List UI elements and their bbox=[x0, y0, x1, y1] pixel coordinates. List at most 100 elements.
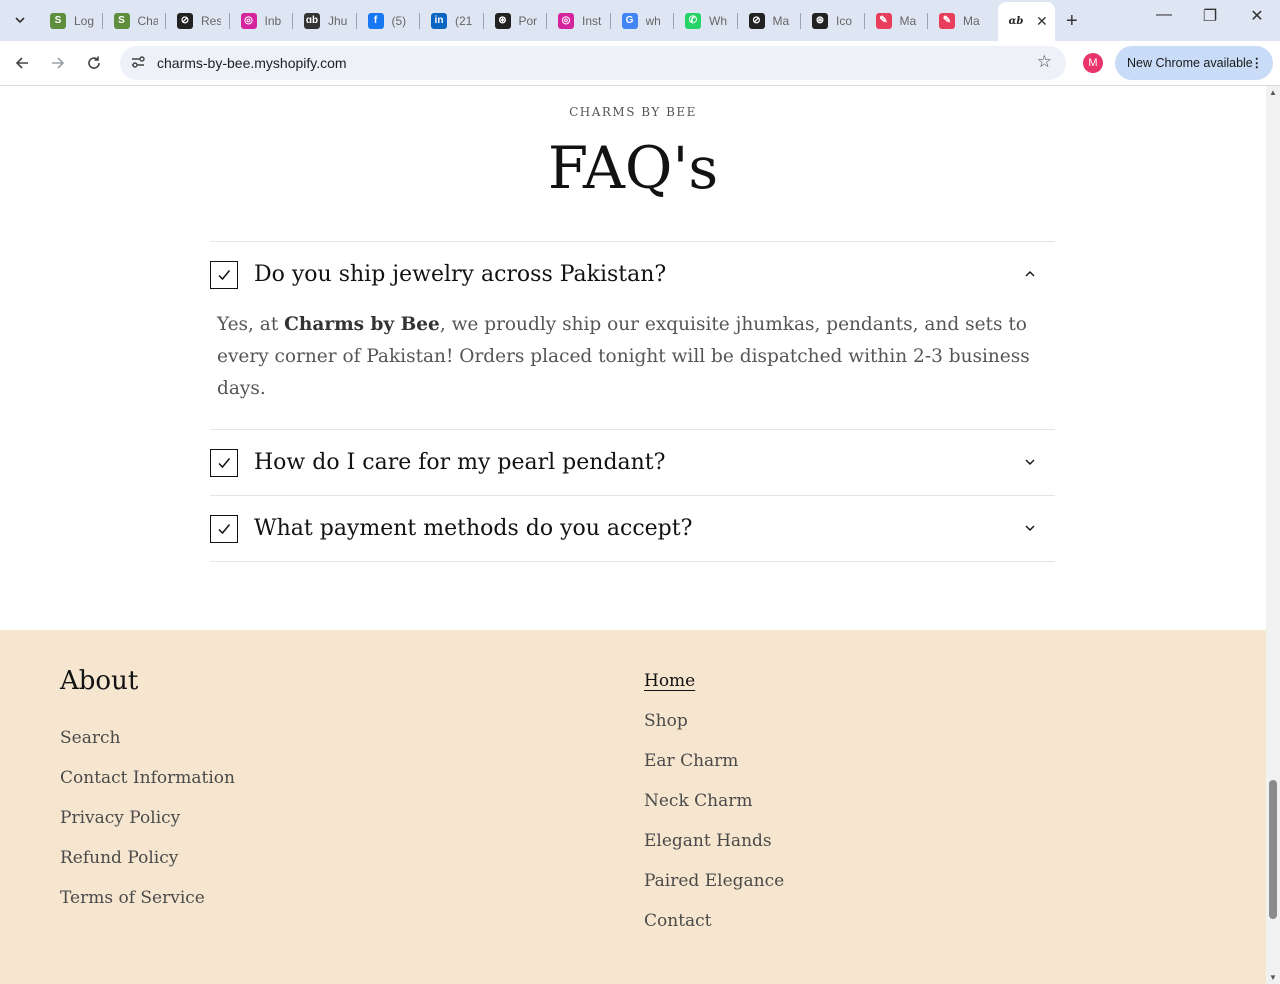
browser-tab[interactable]: ◎ Inb bbox=[231, 6, 293, 35]
profile-avatar[interactable]: M bbox=[1083, 53, 1103, 73]
reload-icon bbox=[88, 56, 100, 69]
more-menu-icon[interactable]: ⋮ bbox=[1251, 46, 1264, 80]
faq-item: How do I care for my pearl pendant? bbox=[210, 429, 1055, 495]
tab-active[interactable]: ɑb ✕ bbox=[998, 2, 1055, 41]
chatgpt-icon: ⊛ bbox=[494, 12, 511, 29]
footer-link-contact[interactable]: Contact bbox=[644, 911, 784, 951]
footer-link-elegant-hands[interactable]: Elegant Hands bbox=[644, 831, 784, 871]
footer-link-search[interactable]: Search bbox=[60, 728, 235, 768]
page-viewport: CHARMS BY BEE FAQ's Do you ship jewelry … bbox=[0, 86, 1266, 984]
footer-link-paired-elegance[interactable]: Paired Elegance bbox=[644, 871, 784, 911]
menu-links: Home Shop Ear Charm Neck Charm Elegant H… bbox=[644, 671, 784, 951]
footer-link-home[interactable]: Home bbox=[644, 671, 784, 711]
footer-link-refund-policy[interactable]: Refund Policy bbox=[60, 848, 235, 888]
tab-title: Ma bbox=[772, 13, 790, 28]
restore-button[interactable]: ❐ bbox=[1190, 6, 1230, 26]
tab-separator bbox=[736, 13, 738, 29]
footer-link-contact-information[interactable]: Contact Information bbox=[60, 768, 235, 808]
checkbox-icon bbox=[210, 260, 238, 289]
faq-question-text: How do I care for my pearl pendant? bbox=[254, 450, 666, 475]
tab-separator bbox=[165, 13, 166, 29]
tab-search-button[interactable] bbox=[8, 8, 32, 32]
browser-tab[interactable]: ⊘ Res bbox=[167, 6, 229, 35]
tab-separator bbox=[101, 13, 103, 29]
footer-link-neck-charm[interactable]: Neck Charm bbox=[644, 791, 784, 831]
back-button[interactable] bbox=[10, 51, 34, 75]
instagram-icon: ◎ bbox=[240, 12, 257, 29]
tab-separator bbox=[927, 13, 928, 29]
browser-tab[interactable]: Gwh bbox=[612, 6, 674, 35]
tab-title: wh bbox=[645, 13, 661, 28]
bookmark-star-icon[interactable]: ☆ bbox=[1037, 52, 1052, 72]
minimize-button[interactable]: — bbox=[1144, 6, 1184, 24]
faq-question-toggle[interactable]: What payment methods do you accept? bbox=[210, 496, 1055, 561]
site-info-icon[interactable] bbox=[130, 54, 146, 73]
tab-separator bbox=[355, 13, 357, 29]
linkedin-icon: in bbox=[431, 12, 447, 29]
browser-tab[interactable]: ◎ Inst bbox=[548, 6, 610, 35]
tab-strip: S Log S Cha ⊘ Res ◎ Inb ɑb Jhu f (5) in (21 ⊛ Por ◎ Inst G… bbox=[0, 0, 1280, 41]
chrome-update-button[interactable]: New Chrome available ⋮ bbox=[1115, 46, 1273, 80]
footer-link-terms-of-service[interactable]: Terms of Service bbox=[60, 888, 235, 928]
tab-separator bbox=[800, 13, 801, 29]
shopify-icon: S bbox=[113, 12, 130, 29]
browser-tab[interactable]: ✎ Ma bbox=[929, 6, 991, 35]
close-window-button[interactable]: ✕ bbox=[1237, 6, 1277, 26]
shopify-icon: S bbox=[50, 12, 66, 29]
browser-tab[interactable]: ⊛ Por bbox=[485, 6, 547, 35]
scroll-up-icon[interactable]: ▲ bbox=[1269, 88, 1277, 97]
tab-title: Ma bbox=[899, 13, 917, 28]
faq-question-toggle[interactable]: How do I care for my pearl pendant? bbox=[210, 430, 1055, 495]
forward-button[interactable] bbox=[46, 51, 70, 75]
scroll-down-icon[interactable]: ▼ bbox=[1269, 973, 1277, 982]
chevron-down-icon bbox=[1025, 525, 1035, 531]
faq-question-text: Do you ship jewelry across Pakistan? bbox=[254, 262, 667, 287]
charms-icon: ɑb bbox=[1008, 13, 1024, 30]
tab-title: (5) bbox=[391, 13, 407, 28]
reload-button[interactable] bbox=[82, 51, 106, 75]
tab-title: Log bbox=[74, 13, 94, 28]
about-heading: About bbox=[60, 666, 139, 696]
faq-title: FAQ's bbox=[547, 134, 719, 202]
faq-item: What payment methods do you accept? bbox=[210, 495, 1055, 562]
new-tab-button[interactable]: + bbox=[1066, 10, 1078, 33]
tab-title: Ico bbox=[836, 13, 853, 28]
tab-separator bbox=[419, 13, 420, 29]
url-text[interactable]: charms-by-bee.myshopify.com bbox=[157, 55, 347, 71]
faq-answer: Yes, at Charms by Bee, we proudly ship o… bbox=[210, 307, 1055, 429]
browser-tab[interactable]: ✎ Ma bbox=[866, 6, 928, 35]
tab-separator bbox=[546, 13, 547, 29]
browser-toolbar: charms-by-bee.myshopify.com ☆ M New Chro… bbox=[0, 41, 1280, 86]
facebook-icon: f bbox=[367, 12, 384, 29]
browser-tab[interactable]: ⊘ Ma bbox=[739, 6, 801, 35]
openai-icon: ⊘ bbox=[748, 12, 765, 29]
browser-tab[interactable]: ⊛ Ico bbox=[802, 6, 864, 35]
footer-link-privacy-policy[interactable]: Privacy Policy bbox=[60, 808, 235, 848]
tab-title: Ma bbox=[963, 13, 980, 28]
scrollbar-thumb[interactable] bbox=[1269, 780, 1277, 919]
tab-separator bbox=[482, 13, 484, 29]
browser-tab[interactable]: S Cha bbox=[104, 6, 166, 35]
browser-tab[interactable]: ɑb Jhu bbox=[294, 6, 356, 35]
pen-icon: ✎ bbox=[939, 12, 955, 29]
faq-question-text: What payment methods do you accept? bbox=[254, 516, 693, 541]
footer-link-ear-charm[interactable]: Ear Charm bbox=[644, 751, 784, 791]
tab-separator bbox=[228, 13, 230, 29]
close-tab-icon[interactable]: ✕ bbox=[1036, 13, 1048, 30]
tab-title: Res bbox=[201, 13, 221, 28]
faq-question-toggle[interactable]: Do you ship jewelry across Pakistan? bbox=[210, 242, 1055, 307]
faq-eyebrow: CHARMS BY BEE bbox=[569, 105, 697, 119]
page-scrollbar[interactable]: ▲ ▼ bbox=[1266, 86, 1280, 984]
tab-title: Cha bbox=[137, 13, 158, 28]
footer-link-shop[interactable]: Shop bbox=[644, 711, 784, 751]
about-links: Search Contact Information Privacy Polic… bbox=[60, 728, 235, 928]
tab-title: Jhu bbox=[328, 13, 348, 28]
tab-title: Inb bbox=[264, 13, 282, 28]
forward-arrow-icon bbox=[52, 57, 65, 69]
browser-tab[interactable]: in (21 bbox=[421, 6, 483, 35]
browser-tab[interactable]: f (5) bbox=[358, 6, 420, 35]
address-bar[interactable]: charms-by-bee.myshopify.com ☆ bbox=[120, 46, 1066, 80]
browser-tab[interactable]: ✆ Wh bbox=[675, 6, 737, 35]
browser-tab[interactable]: S Log bbox=[40, 6, 102, 35]
chevron-up-icon bbox=[1025, 271, 1035, 277]
